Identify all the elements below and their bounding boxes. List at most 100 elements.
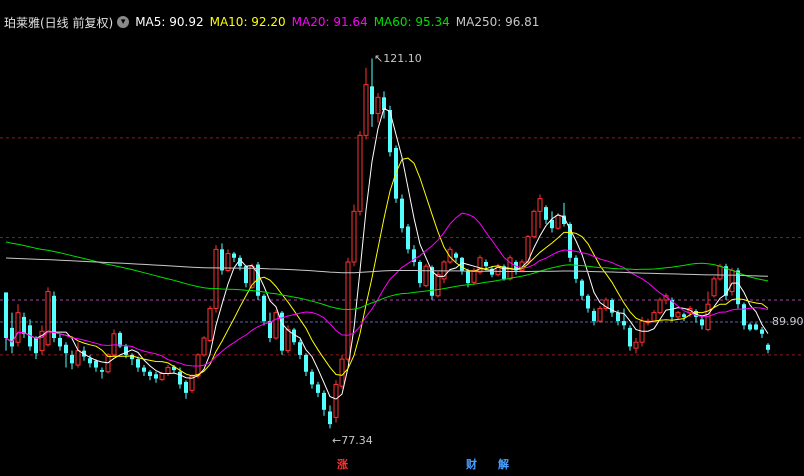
candle[interactable] bbox=[22, 312, 26, 338]
candle[interactable] bbox=[45, 287, 51, 347]
candle[interactable] bbox=[537, 194, 543, 229]
candle-body bbox=[298, 342, 302, 355]
candle[interactable] bbox=[400, 194, 404, 233]
candle[interactable] bbox=[184, 380, 188, 399]
candle[interactable] bbox=[586, 294, 590, 313]
candle[interactable] bbox=[682, 312, 686, 322]
candle[interactable] bbox=[154, 371, 158, 383]
candle[interactable] bbox=[370, 58, 374, 127]
candle[interactable] bbox=[310, 369, 314, 389]
candle[interactable] bbox=[34, 336, 38, 360]
candle[interactable] bbox=[574, 255, 578, 284]
candle[interactable] bbox=[256, 262, 260, 300]
candle[interactable] bbox=[357, 131, 363, 216]
candle[interactable] bbox=[580, 278, 584, 300]
candle[interactable] bbox=[220, 243, 224, 275]
candle[interactable] bbox=[454, 251, 458, 262]
candle[interactable] bbox=[675, 310, 681, 320]
candle[interactable] bbox=[394, 145, 398, 203]
candle-body bbox=[184, 381, 188, 393]
candle[interactable] bbox=[663, 293, 669, 305]
candle[interactable] bbox=[39, 325, 45, 355]
candle[interactable] bbox=[514, 260, 518, 275]
candle[interactable] bbox=[766, 343, 770, 354]
candle[interactable] bbox=[75, 342, 81, 368]
candle[interactable] bbox=[550, 211, 554, 233]
candle[interactable] bbox=[760, 327, 764, 338]
candle-body bbox=[544, 207, 548, 220]
candle[interactable] bbox=[531, 209, 537, 239]
candle[interactable] bbox=[304, 353, 308, 376]
candle[interactable] bbox=[441, 260, 447, 284]
candle[interactable] bbox=[136, 356, 140, 372]
candle[interactable] bbox=[201, 336, 207, 357]
candle[interactable] bbox=[754, 322, 758, 331]
candle-body bbox=[75, 350, 81, 366]
candle-body bbox=[657, 299, 663, 314]
candle[interactable] bbox=[298, 339, 302, 360]
candle[interactable] bbox=[544, 205, 548, 224]
candle[interactable] bbox=[363, 67, 369, 140]
candle[interactable] bbox=[657, 297, 663, 315]
candle[interactable] bbox=[100, 367, 104, 379]
candle[interactable] bbox=[316, 381, 320, 398]
candle[interactable] bbox=[58, 333, 62, 351]
candle[interactable] bbox=[15, 304, 21, 347]
candle[interactable] bbox=[711, 276, 717, 298]
event-marker-limit-up[interactable]: 涨 bbox=[337, 456, 348, 472]
candle-body bbox=[711, 278, 717, 297]
candle[interactable] bbox=[70, 350, 74, 370]
candle[interactable] bbox=[292, 327, 296, 345]
candle[interactable] bbox=[700, 316, 704, 330]
candle-body bbox=[435, 274, 441, 297]
candle[interactable] bbox=[322, 390, 326, 416]
candle[interactable] bbox=[729, 267, 735, 296]
price-plot[interactable] bbox=[0, 0, 804, 472]
candle[interactable] bbox=[622, 308, 626, 330]
candle[interactable] bbox=[130, 353, 134, 366]
candle[interactable] bbox=[333, 380, 339, 423]
event-marker-unlock[interactable]: 解 bbox=[498, 456, 509, 472]
candle-body bbox=[345, 261, 351, 360]
candle[interactable] bbox=[351, 204, 357, 267]
candle[interactable] bbox=[477, 255, 483, 275]
candle[interactable] bbox=[52, 291, 56, 343]
candle[interactable] bbox=[111, 329, 117, 357]
candle[interactable] bbox=[165, 365, 171, 376]
candle[interactable] bbox=[10, 312, 14, 354]
chevron-down-icon[interactable]: ▾ bbox=[117, 16, 130, 28]
event-marker-financial[interactable]: 财 bbox=[466, 456, 477, 472]
candle[interactable] bbox=[592, 308, 596, 326]
candle[interactable] bbox=[736, 267, 740, 309]
candle-body bbox=[244, 266, 248, 284]
candle-body bbox=[333, 383, 339, 418]
candle[interactable] bbox=[225, 249, 231, 273]
candle[interactable] bbox=[633, 338, 639, 354]
candle-body bbox=[15, 312, 21, 343]
candle[interactable] bbox=[412, 245, 416, 267]
candle[interactable] bbox=[213, 245, 219, 313]
candlestick-chart[interactable] bbox=[0, 0, 804, 472]
candle[interactable] bbox=[4, 292, 8, 351]
candle[interactable] bbox=[597, 305, 603, 323]
candle[interactable] bbox=[748, 322, 752, 332]
candle[interactable] bbox=[525, 234, 531, 264]
candle[interactable] bbox=[628, 325, 632, 351]
candle[interactable] bbox=[418, 260, 422, 288]
candle[interactable] bbox=[268, 312, 272, 343]
candle[interactable] bbox=[273, 310, 279, 340]
candle[interactable] bbox=[262, 294, 266, 326]
candle[interactable] bbox=[375, 93, 381, 123]
candle[interactable] bbox=[339, 354, 345, 389]
candle[interactable] bbox=[148, 370, 152, 381]
candle[interactable] bbox=[742, 302, 746, 330]
candle[interactable] bbox=[562, 202, 566, 227]
candle[interactable] bbox=[328, 405, 332, 429]
candle[interactable] bbox=[610, 298, 614, 317]
candle[interactable] bbox=[142, 365, 146, 376]
candle[interactable] bbox=[603, 297, 609, 311]
candle[interactable] bbox=[406, 224, 410, 254]
candle[interactable] bbox=[232, 251, 236, 262]
candle[interactable] bbox=[423, 263, 429, 288]
candle[interactable] bbox=[207, 305, 213, 343]
